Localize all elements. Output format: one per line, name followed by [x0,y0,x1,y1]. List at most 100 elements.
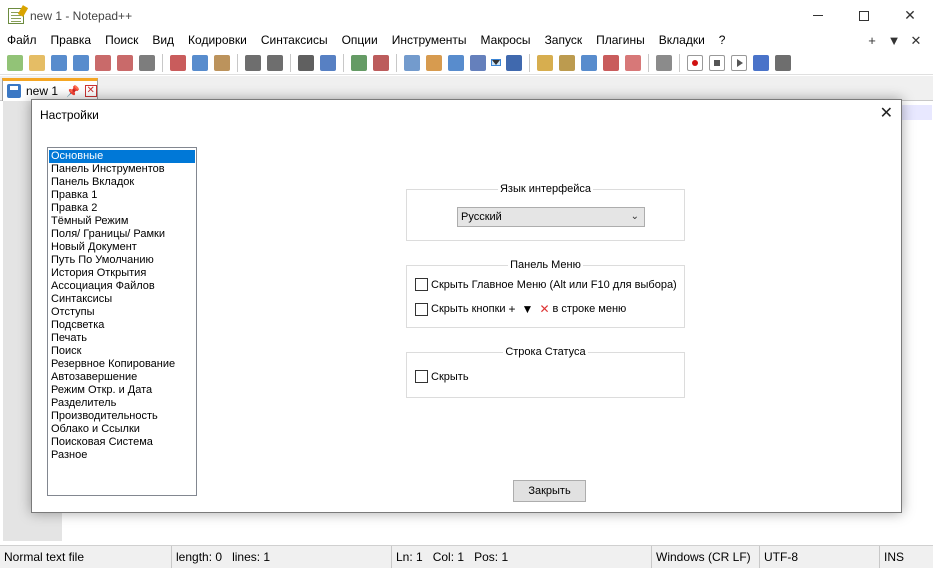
menu-tools[interactable]: Инструменты [385,31,474,50]
udl-icon[interactable] [537,54,553,71]
tab-strip: new 1 📌 ✕ [0,76,933,101]
menu-settings[interactable]: Опции [335,31,385,50]
pin-icon[interactable]: 📌 [66,85,80,98]
status-ln: Ln: 1 [396,550,423,564]
menu-macro[interactable]: Макросы [474,31,538,50]
show-all-chars-icon[interactable] [470,54,486,71]
tab-list-icon[interactable]: ▼ [883,33,905,48]
close-icon[interactable] [95,54,111,71]
close-window-button[interactable]: ✕ [887,0,933,31]
run-macro-multiple-icon[interactable] [753,54,769,71]
category-item[interactable]: Автозавершение [49,371,195,384]
menu-language[interactable]: Синтаксисы [254,31,335,50]
minimize-icon [813,15,823,16]
copy-icon[interactable] [192,54,208,71]
language-group: Язык интерфейса Русский ⌄ [406,183,685,241]
save-macro-icon[interactable] [775,54,791,71]
category-item[interactable]: Поисковая Система [49,436,195,449]
toolbar-separator [396,53,397,72]
folder-workspace-icon[interactable] [625,54,641,71]
sync-horizontal-icon[interactable] [426,54,442,71]
menu-bar: Файл Правка Поиск Вид Кодировки Синтакси… [0,31,933,50]
category-list[interactable]: Основные Панель Инструментов Панель Вкладо… [47,147,197,496]
close-dialog-button[interactable]: Закрыть [513,480,586,502]
hide-buttons-suffix: в строке меню [552,303,627,315]
hide-buttons-row[interactable]: Скрыть кнопки + ▼ ✕ в строке меню [415,302,626,316]
category-item[interactable]: Правка 1 [49,189,195,202]
zoom-out-icon[interactable] [373,54,389,71]
play-macro-icon[interactable] [731,54,747,71]
x-icon: ✕ [539,302,550,316]
paste-icon[interactable] [214,54,230,71]
save-icon[interactable] [51,54,67,71]
add-tab-icon[interactable]: + [861,33,883,48]
doc-list-icon[interactable] [581,54,597,71]
category-item[interactable]: Режим Откр. и Дата [49,384,195,397]
category-item[interactable]: Путь По Умолчанию [49,254,195,267]
function-list-icon[interactable] [603,54,619,71]
save-all-icon[interactable] [73,54,89,71]
indent-guide-icon[interactable] [506,54,522,71]
replace-icon[interactable] [320,54,336,71]
category-item[interactable]: Правка 2 [49,202,195,215]
cut-icon[interactable] [170,54,186,71]
undo-icon[interactable] [245,54,261,71]
tab-close-icon[interactable]: ✕ [84,85,97,97]
category-item[interactable]: Разное [49,449,195,462]
record-macro-icon[interactable] [687,54,703,71]
category-item[interactable]: Поиск [49,345,195,358]
category-item[interactable]: Новый Документ [49,241,195,254]
language-select[interactable]: Русский ⌄ [457,207,645,227]
hide-status-checkbox[interactable] [415,370,428,383]
category-item[interactable]: Резервное Копирование [49,358,195,371]
menu-run[interactable]: Запуск [538,31,590,50]
hide-buttons-checkbox[interactable] [415,302,428,316]
menu-plugins[interactable]: Плагины [589,31,652,50]
sync-vertical-icon[interactable] [404,54,420,71]
menu-view[interactable]: Вид [145,31,181,50]
open-file-icon[interactable] [29,54,45,71]
maximize-button[interactable] [841,0,887,31]
dialog-close-icon[interactable]: ✕ [880,106,893,122]
dropdown-icon[interactable] [491,59,501,66]
hide-status-row[interactable]: Скрыть [415,370,469,383]
minimize-button[interactable] [795,0,841,31]
monitoring-icon[interactable] [656,54,672,71]
zoom-in-icon[interactable] [351,54,367,71]
document-tab[interactable]: new 1 📌 ✕ [2,78,98,101]
redo-icon[interactable] [267,54,283,71]
hide-menu-row[interactable]: Скрыть Главное Меню (Alt или F10 для выб… [415,278,677,291]
menu-window[interactable]: Вкладки [652,31,712,50]
hide-status-label: Скрыть [431,370,469,383]
menu-file[interactable]: Файл [0,31,44,50]
close-doc-icon[interactable]: ✕ [905,33,927,49]
menu-help[interactable]: ? [712,31,733,50]
category-item[interactable]: Подсветка [49,319,195,332]
menu-encoding[interactable]: Кодировки [181,31,254,50]
category-item[interactable]: История Открытия [49,267,195,280]
category-item[interactable]: Ассоциация Файлов [49,280,195,293]
close-all-icon[interactable] [117,54,133,71]
category-item[interactable]: Поля/ Границы/ Рамки [49,228,195,241]
menu-edit[interactable]: Правка [44,31,99,50]
category-item[interactable]: Отступы [49,306,195,319]
doc-map-icon[interactable] [559,54,575,71]
find-icon[interactable] [298,54,314,71]
category-item[interactable]: Разделитель [49,397,195,410]
print-icon[interactable] [139,54,155,71]
category-item[interactable]: Облако и Ссылки [49,423,195,436]
maximize-icon [859,10,869,21]
category-item[interactable]: Основные [49,150,195,163]
category-item[interactable]: Панель Вкладок [49,176,195,189]
new-file-icon[interactable] [7,54,23,71]
word-wrap-icon[interactable] [448,54,464,71]
category-item[interactable]: Тёмный Режим [49,215,195,228]
category-item[interactable]: Панель Инструментов [49,163,195,176]
category-item[interactable]: Производительность [49,410,195,423]
stop-record-icon[interactable] [709,54,725,71]
menu-search[interactable]: Поиск [98,31,145,50]
category-item[interactable]: Синтаксисы [49,293,195,306]
hide-menu-checkbox[interactable] [415,278,428,291]
dialog-title: Настройки [40,108,99,122]
category-item[interactable]: Печать [49,332,195,345]
